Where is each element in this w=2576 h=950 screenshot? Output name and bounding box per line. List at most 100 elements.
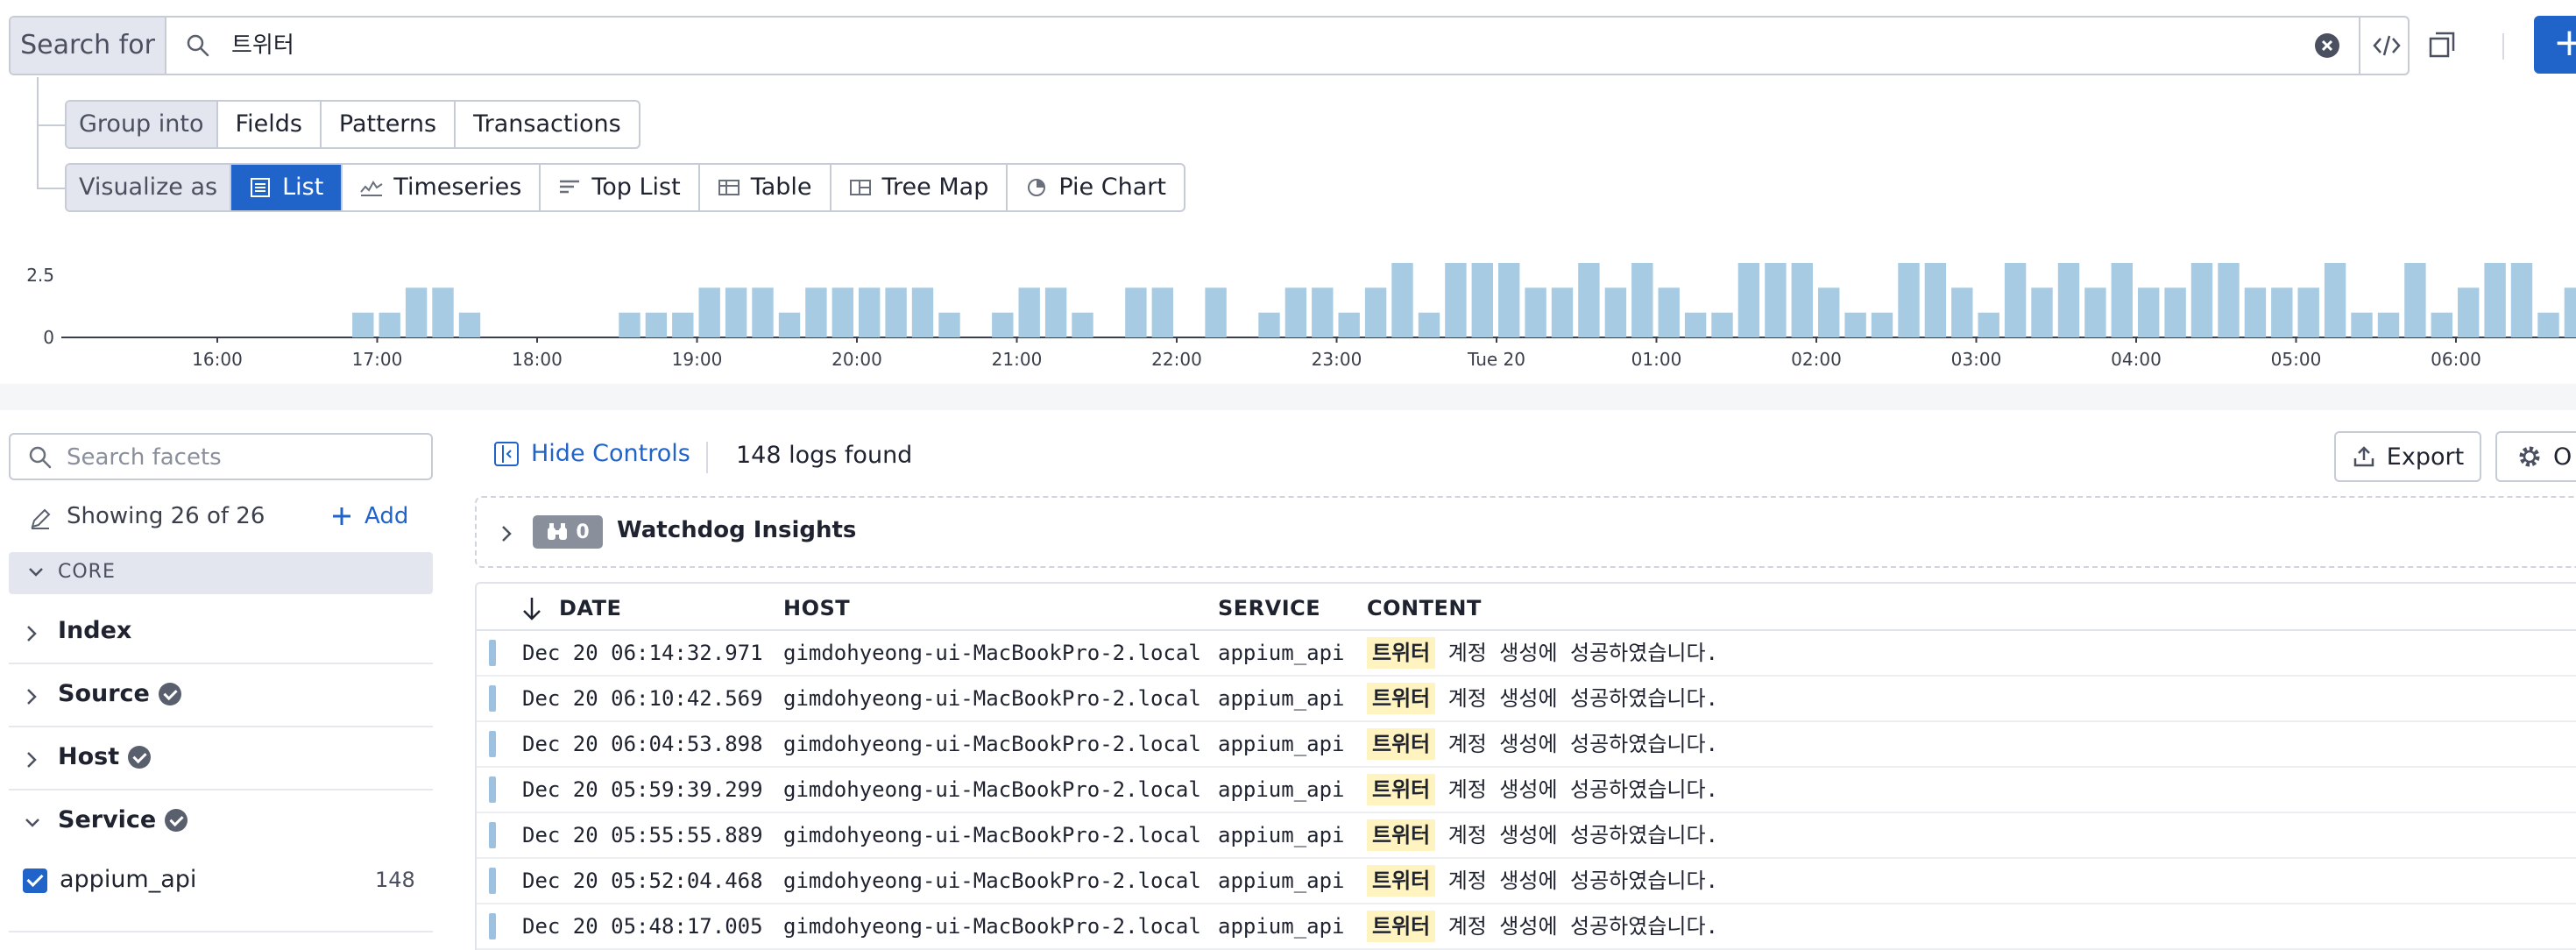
visualize-pie-chart-button[interactable]: Pie Chart — [1008, 165, 1184, 210]
histogram-bar[interactable] — [619, 312, 640, 337]
histogram-bar[interactable] — [1044, 287, 1067, 337]
histogram-bar[interactable] — [1364, 287, 1387, 337]
histogram-bar[interactable] — [938, 312, 960, 337]
histogram-bar[interactable] — [672, 312, 694, 337]
histogram-bar[interactable] — [1338, 312, 1360, 337]
histogram-bar[interactable] — [885, 287, 907, 337]
histogram-bar[interactable] — [1418, 312, 1440, 337]
facet-source[interactable]: Source — [9, 664, 433, 727]
table-row[interactable]: Dec 20 06:14:32.971 gimdohyeong-ui-MacBo… — [477, 631, 2576, 677]
histogram-bar[interactable] — [992, 312, 1014, 337]
histogram-bar[interactable] — [805, 287, 827, 337]
histogram-bar[interactable] — [859, 287, 881, 337]
histogram-bar[interactable] — [432, 287, 454, 337]
histogram-bar[interactable] — [2564, 287, 2576, 337]
histogram-bar[interactable] — [1604, 287, 1627, 337]
histogram-bar[interactable] — [645, 312, 668, 337]
export-button[interactable]: Export — [2334, 431, 2481, 482]
histogram-bar[interactable] — [1072, 312, 1093, 337]
code-view-button[interactable] — [2359, 18, 2411, 74]
histogram-bar[interactable] — [1711, 312, 1733, 337]
histogram-bar[interactable] — [1471, 263, 1493, 337]
histogram-bar[interactable] — [2138, 287, 2160, 337]
histogram-bar[interactable] — [2377, 312, 2400, 337]
table-row[interactable]: Dec 20 05:52:04.468 gimdohyeong-ui-MacBo… — [477, 859, 2576, 904]
histogram-bar[interactable] — [1151, 287, 1173, 337]
histogram-bar[interactable] — [1018, 287, 1040, 337]
group-transactions-button[interactable]: Transactions — [456, 102, 639, 147]
histogram-bar[interactable] — [405, 287, 428, 337]
histogram-bar[interactable] — [2351, 312, 2373, 337]
histogram-bar[interactable] — [1312, 287, 1334, 337]
histogram-bar[interactable] — [2004, 263, 2027, 337]
service-appium-api-checkbox[interactable] — [23, 868, 47, 893]
duplicate-icon[interactable] — [2427, 30, 2459, 61]
histogram-bar[interactable] — [1578, 263, 1600, 337]
visualize-top-list-button[interactable]: Top List — [541, 165, 700, 210]
histogram-bar[interactable] — [2324, 263, 2346, 337]
pencil-icon[interactable] — [28, 507, 53, 531]
histogram-bar[interactable] — [2297, 287, 2319, 337]
histogram-bar[interactable] — [458, 312, 481, 337]
histogram-bar[interactable] — [1765, 263, 1787, 337]
watchdog-insights-panel[interactable]: 0 Watchdog Insights — [475, 496, 2576, 568]
hide-controls-button[interactable]: Hide Controls — [494, 440, 690, 467]
histogram-bar[interactable] — [698, 287, 720, 337]
histogram-bar[interactable] — [2537, 312, 2559, 337]
histogram-bar[interactable] — [1898, 263, 1920, 337]
facet-service[interactable]: Service — [9, 790, 433, 854]
column-header-service[interactable]: SERVICE — [1218, 596, 1320, 620]
histogram-bar[interactable] — [1818, 287, 1840, 337]
histogram-bar[interactable] — [911, 287, 934, 337]
facet-search-input[interactable] — [65, 435, 419, 480]
histogram-bar[interactable] — [379, 312, 400, 337]
histogram-bar[interactable] — [1924, 263, 1947, 337]
histogram-bar[interactable] — [2510, 263, 2533, 337]
histogram-bar[interactable] — [352, 312, 374, 337]
histogram-bar[interactable] — [1525, 287, 1546, 337]
histogram-bar[interactable] — [2111, 263, 2133, 337]
histogram-bar[interactable] — [1284, 287, 1307, 337]
visualize-tree-map-button[interactable]: Tree Map — [832, 165, 1008, 210]
histogram-bar[interactable] — [725, 287, 747, 337]
histogram-bar[interactable] — [1684, 312, 1707, 337]
table-row[interactable]: Dec 20 05:59:39.299 gimdohyeong-ui-MacBo… — [477, 768, 2576, 813]
histogram-bar[interactable] — [1498, 263, 1520, 337]
histogram-bar[interactable] — [2057, 263, 2080, 337]
table-row[interactable]: Dec 20 05:48:17.005 gimdohyeong-ui-MacBo… — [477, 904, 2576, 950]
column-header-host[interactable]: HOST — [783, 596, 850, 620]
histogram-bar[interactable] — [1258, 312, 1280, 337]
facet-index[interactable]: Index — [9, 601, 433, 664]
histogram-bar[interactable] — [1125, 287, 1147, 337]
histogram-bar[interactable] — [2190, 263, 2213, 337]
histogram-bar[interactable] — [1951, 287, 1973, 337]
histogram-bar[interactable] — [1551, 287, 1574, 337]
histogram-bar[interactable] — [2458, 287, 2480, 337]
sort-arrow-down-icon[interactable] — [520, 596, 543, 622]
column-header-date[interactable]: DATE — [559, 596, 621, 620]
histogram-bar[interactable] — [1445, 263, 1467, 337]
options-button[interactable]: O — [2495, 431, 2576, 482]
search-query-input[interactable]: 트위터 — [231, 18, 294, 74]
histogram-bar[interactable] — [2218, 263, 2240, 337]
histogram-bar[interactable] — [832, 287, 853, 337]
histogram-bar[interactable] — [1391, 263, 1413, 337]
histogram-bar[interactable] — [2404, 263, 2426, 337]
histogram-bar[interactable] — [1631, 263, 1653, 337]
service-appium-api-label[interactable]: appium_api — [60, 866, 196, 893]
log-histogram[interactable]: 02.5 16:00 17:00 18:00 19:00 20:00 21:00 22:00… — [0, 245, 2576, 377]
histogram-bar[interactable] — [1871, 312, 1893, 337]
visualize-table-button[interactable]: Table — [700, 165, 832, 210]
table-row[interactable]: Dec 20 06:04:53.898 gimdohyeong-ui-MacBo… — [477, 722, 2576, 768]
histogram-bar[interactable] — [752, 287, 774, 337]
histogram-bar[interactable] — [2084, 287, 2106, 337]
histogram-bar[interactable] — [1658, 287, 1680, 337]
histogram-bar[interactable] — [2244, 287, 2267, 337]
facet-host[interactable]: Host — [9, 727, 433, 790]
histogram-bar[interactable] — [1978, 312, 1999, 337]
histogram-bar[interactable] — [2484, 263, 2506, 337]
add-facet-button[interactable]: Add — [331, 503, 408, 529]
histogram-bar[interactable] — [1844, 312, 1866, 337]
histogram-bar[interactable] — [778, 312, 801, 337]
clear-search-icon[interactable] — [2315, 33, 2339, 58]
